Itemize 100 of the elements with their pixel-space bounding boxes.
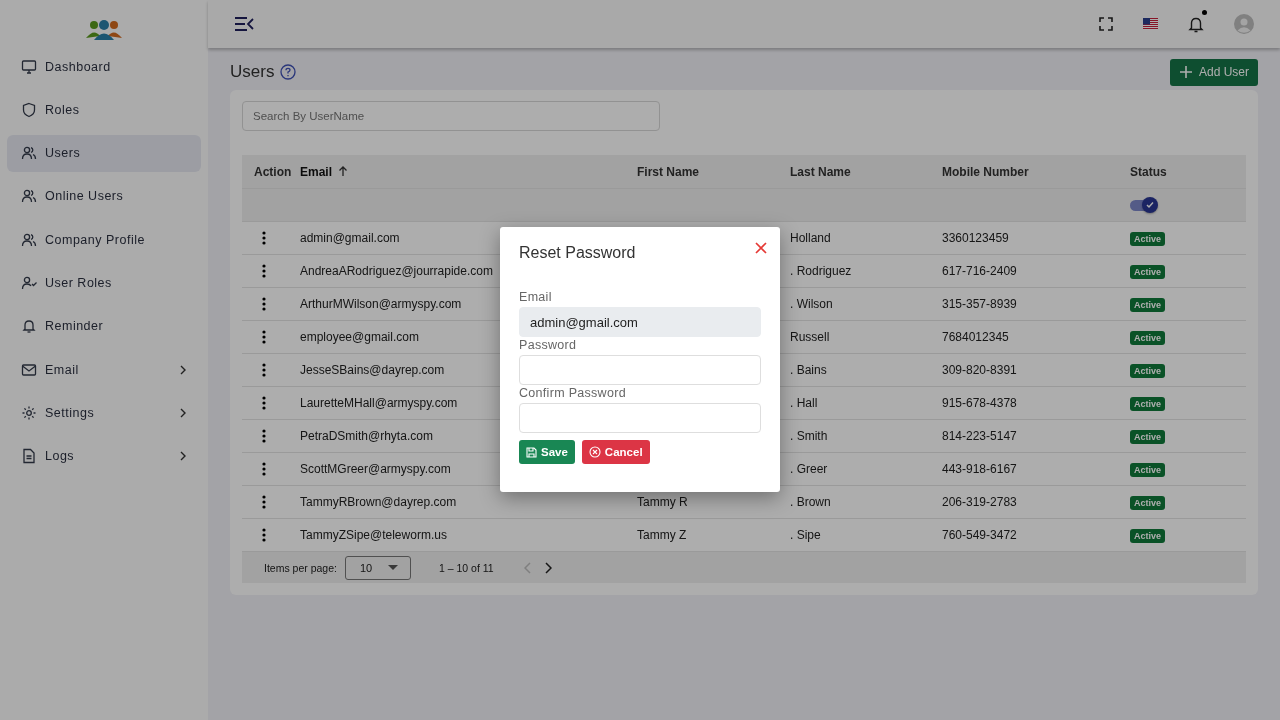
dropdown-arrow-icon: [387, 565, 398, 570]
table-cell: JesseSBains@dayrep.com: [300, 363, 445, 377]
status-badge: Active: [1130, 496, 1165, 510]
table-cell: 760-549-3472: [942, 528, 1017, 542]
more-options-icon[interactable]: [262, 264, 266, 278]
plus-icon: [1178, 65, 1193, 79]
next-page-icon[interactable]: [543, 561, 552, 574]
help-icon[interactable]: [280, 64, 297, 80]
table-cell: 3360123459: [942, 231, 1009, 245]
sidebar-item[interactable]: Logs: [7, 437, 201, 475]
table-cell: 443-918-6167: [942, 462, 1017, 476]
table-cell: . Bains: [790, 363, 827, 377]
menu-collapse-icon[interactable]: [234, 17, 254, 31]
sidebar-item[interactable]: Online Users: [7, 177, 201, 215]
status-badge: Active: [1130, 232, 1165, 246]
status-badge: Active: [1130, 397, 1165, 411]
sidebar-item[interactable]: Users: [7, 134, 201, 172]
table-cell: 315-357-8939: [942, 297, 1017, 311]
table-cell: Tammy Z: [637, 528, 687, 542]
table-cell: 814-223-5147: [942, 429, 1017, 443]
input-field[interactable]: [519, 355, 761, 385]
table-cell: TammyRBrown@dayrep.com: [300, 495, 457, 509]
table-cell: . Sipe: [790, 528, 821, 542]
table-cell: . Wilson: [790, 297, 833, 311]
status-toggle[interactable]: [1130, 200, 1156, 212]
status-badge: Active: [1130, 331, 1165, 345]
page-range: 1 – 10 of 11: [438, 561, 494, 574]
close-icon[interactable]: [755, 242, 767, 254]
table-cell: Russell: [790, 330, 830, 344]
status-badge: Active: [1130, 298, 1165, 312]
monitor-icon: [21, 58, 37, 75]
table-cell: 309-820-8391: [942, 363, 1017, 377]
sidebar-item[interactable]: Dashboard: [7, 48, 201, 85]
sort-arrow-icon: [338, 166, 348, 177]
column-header[interactable]: Action: [242, 164, 300, 179]
user-check-icon: [21, 275, 37, 291]
more-options-icon[interactable]: [262, 231, 266, 245]
users-icon: [21, 145, 37, 162]
people-logo-icon: [86, 19, 122, 41]
status-badge: Active: [1130, 529, 1165, 543]
column-header[interactable]: First Name: [637, 164, 790, 179]
table-cell: . Brown: [790, 495, 831, 509]
shield-icon: [21, 101, 37, 118]
more-options-icon[interactable]: [262, 297, 266, 311]
cancel-button[interactable]: Cancel: [581, 440, 650, 464]
bell-icon[interactable]: [1188, 15, 1204, 33]
table-cell: AndreaARodriguez@jourrapide.com: [300, 264, 493, 278]
users-icon: [21, 188, 37, 205]
sidebar-item[interactable]: Roles: [7, 91, 201, 129]
status-badge: Active: [1130, 430, 1165, 444]
column-header[interactable]: Email: [300, 164, 637, 179]
table-cell: 617-716-2409: [942, 264, 1017, 278]
sidebar-item[interactable]: Email: [7, 351, 201, 389]
table-cell: . Smith: [790, 429, 828, 443]
sidebar-item[interactable]: Settings: [7, 394, 201, 432]
field-label: Confirm Password: [519, 386, 626, 400]
table-cell: TammyZSipe@teleworm.us: [300, 528, 447, 542]
table-cell: Tammy R: [637, 495, 688, 509]
more-options-icon[interactable]: [262, 495, 266, 509]
table-cell: Holland: [790, 231, 831, 245]
field-label: Password: [519, 338, 577, 352]
more-options-icon[interactable]: [262, 363, 266, 377]
fullscreen-icon[interactable]: [1099, 17, 1113, 31]
field-label: Email: [519, 290, 552, 304]
page-size-select[interactable]: 10: [344, 555, 411, 580]
table-cell: 915-678-4378: [942, 396, 1017, 410]
bell-icon: [21, 318, 37, 335]
table-cell: ArthurMWilson@armyspy.com: [300, 297, 462, 311]
more-options-icon[interactable]: [262, 462, 266, 476]
settings-icon: [21, 404, 37, 421]
more-options-icon[interactable]: [262, 429, 266, 443]
check-icon: [1145, 200, 1155, 211]
dialog-title: Reset Password: [519, 244, 636, 262]
more-options-icon[interactable]: [262, 330, 266, 344]
column-header[interactable]: Mobile Number: [942, 164, 1130, 179]
sidebar-item[interactable]: Company Profile: [7, 221, 201, 259]
users-icon: [21, 231, 37, 248]
close-circle-icon: [588, 446, 601, 458]
document-icon: [21, 448, 37, 465]
status-badge: Active: [1130, 265, 1165, 279]
table-cell: 206-319-2783: [942, 495, 1017, 509]
input-field[interactable]: [519, 403, 761, 433]
add-user-button[interactable]: Add User: [1169, 58, 1258, 86]
table-cell: admin@gmail.com: [300, 231, 400, 245]
status-badge: Active: [1130, 364, 1165, 378]
sidebar-item[interactable]: Reminder: [7, 307, 201, 345]
status-badge: Active: [1130, 463, 1165, 477]
table-cell: ScottMGreer@armyspy.com: [300, 462, 451, 476]
mail-icon: [21, 361, 37, 378]
save-button[interactable]: Save: [519, 440, 575, 464]
more-options-icon[interactable]: [262, 528, 266, 542]
column-header[interactable]: Status: [1130, 164, 1234, 179]
flag-icon[interactable]: [1143, 18, 1158, 30]
column-header[interactable]: Last Name: [790, 164, 942, 179]
page-title: Users: [230, 62, 275, 82]
search-field[interactable]: Search By UserName: [242, 101, 660, 131]
table-cell: . Greer: [790, 462, 828, 476]
more-options-icon[interactable]: [262, 396, 266, 410]
sidebar-item[interactable]: User Roles: [7, 264, 201, 302]
items-per-page-label: Items per page:: [264, 561, 337, 574]
